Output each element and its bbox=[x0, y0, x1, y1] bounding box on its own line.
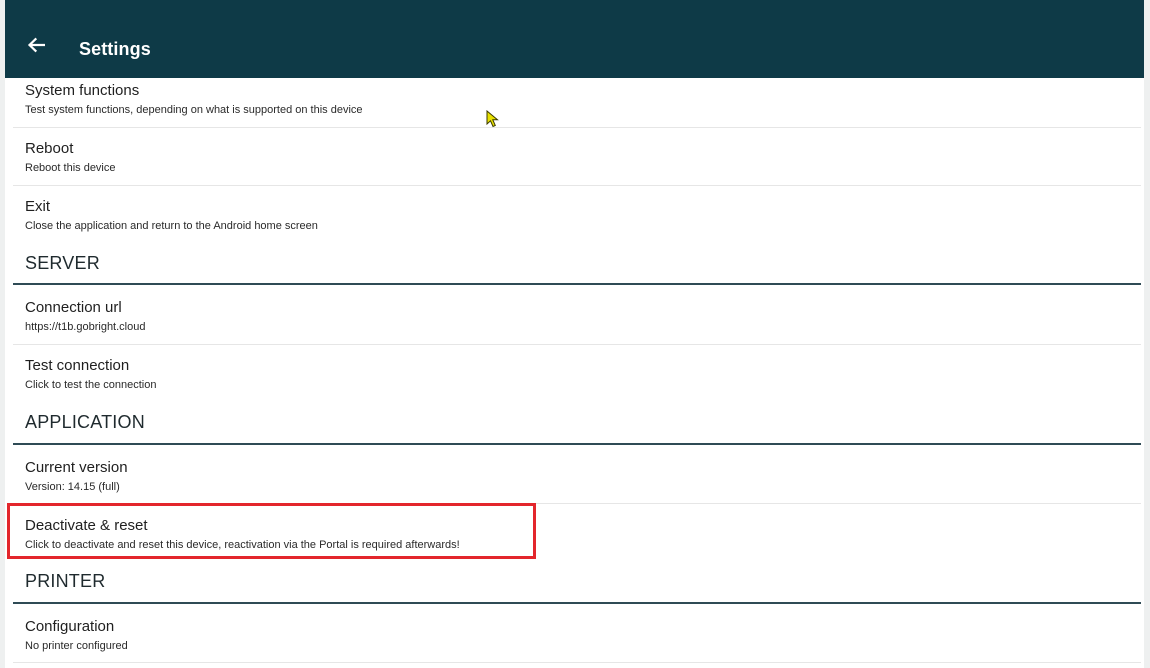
section-divider bbox=[13, 443, 1141, 445]
item-subtitle: Click to test the connection bbox=[25, 379, 157, 391]
settings-item-printer-configuration[interactable]: Configuration No printer configured bbox=[5, 605, 1144, 662]
divider bbox=[13, 662, 1141, 663]
section-header-printer: PRINTER bbox=[25, 571, 106, 591]
settings-item-current-version[interactable]: Current version Version: 14.15 (full) bbox=[5, 446, 1144, 503]
item-title: Current version bbox=[25, 459, 128, 476]
settings-item-exit[interactable]: Exit Close the application and return to… bbox=[5, 186, 1144, 240]
settings-item-reboot[interactable]: Reboot Reboot this device bbox=[5, 128, 1144, 185]
mouse-cursor-icon bbox=[486, 110, 499, 128]
item-title: Reboot bbox=[25, 140, 74, 157]
right-edge bbox=[1144, 0, 1150, 668]
highlight-box bbox=[7, 503, 536, 559]
settings-screen: Settings System functions Test system fu… bbox=[0, 0, 1150, 668]
section-header-server: SERVER bbox=[25, 253, 100, 273]
item-title: Exit bbox=[25, 198, 51, 215]
settings-item-system-functions[interactable]: System functions Test system functions, … bbox=[5, 78, 1144, 127]
back-button[interactable] bbox=[25, 34, 47, 56]
section-header-application: APPLICATION bbox=[25, 412, 145, 432]
section-divider bbox=[13, 283, 1141, 285]
arrow-left-icon bbox=[27, 37, 45, 53]
app-bar: Settings bbox=[5, 0, 1144, 78]
item-subtitle: Version: 14.15 (full) bbox=[25, 481, 120, 493]
section-divider bbox=[13, 602, 1141, 604]
item-title: Test connection bbox=[25, 357, 130, 374]
page-title: Settings bbox=[79, 39, 151, 59]
item-subtitle: Reboot this device bbox=[25, 162, 116, 174]
settings-list: System functions Test system functions, … bbox=[5, 78, 1144, 668]
item-subtitle: No printer configured bbox=[25, 640, 128, 652]
item-title: System functions bbox=[25, 82, 140, 99]
settings-item-test-connection[interactable]: Test connection Click to test the connec… bbox=[5, 345, 1144, 399]
item-subtitle: https://t1b.gobright.cloud bbox=[25, 321, 146, 333]
item-title: Connection url bbox=[25, 299, 122, 316]
item-subtitle: Test system functions, depending on what… bbox=[25, 104, 363, 116]
item-subtitle: Close the application and return to the … bbox=[25, 220, 318, 232]
settings-item-connection-url[interactable]: Connection url https://t1b.gobright.clou… bbox=[5, 286, 1144, 343]
item-title: Configuration bbox=[25, 618, 115, 635]
